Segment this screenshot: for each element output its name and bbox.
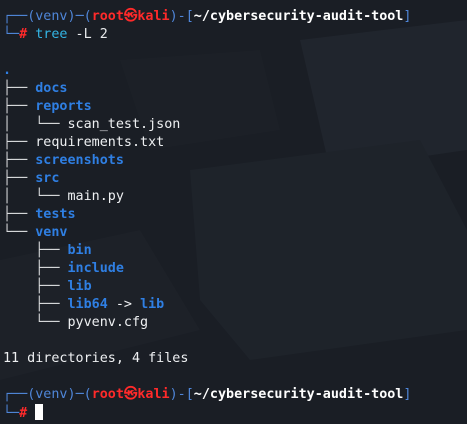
tree-prefix: │ └── [3, 117, 68, 132]
prompt-separator: ─( [75, 9, 92, 24]
tree-entry-reports: ├── reports [3, 98, 467, 116]
tree-root: . [3, 62, 467, 80]
venv-indicator: (venv) [27, 9, 76, 24]
tree-entry-include: ├── include [3, 260, 467, 278]
prompt-line: ┌──(venv)─(root㉿kali)-[~/cybersecurity-a… [3, 8, 467, 26]
prompt-separator: ] [403, 9, 412, 24]
tree-entry-venv: └── venv [3, 224, 467, 242]
tree-entry-screenshots: ├── screenshots [3, 152, 467, 170]
file-name: requirements.txt [35, 135, 165, 150]
tree-entry-requirements: ├── requirements.txt [3, 134, 467, 152]
prompt-hash: # [19, 406, 28, 421]
prompt-user: root [91, 387, 124, 402]
tree-prefix: └── [3, 315, 68, 330]
prompt-hash: # [19, 27, 28, 42]
summary-text: 11 directories, 4 files [3, 351, 189, 366]
prompt-host: kali [137, 9, 170, 24]
tree-entry-lib: ├── lib [3, 278, 467, 296]
tree-entry-main-py: │ └── main.py [3, 188, 467, 206]
tree-entry-lib64: ├── lib64 -> lib [3, 296, 467, 314]
prompt-frame-top: ┌── [3, 9, 28, 24]
tree-prefix: ├── [3, 99, 36, 114]
command-line: └─# tree -L 2 [3, 26, 467, 44]
directory-name: include [67, 261, 124, 276]
tree-prefix: ├── [3, 153, 36, 168]
terminal-window: { "prompt": { "venv": "(venv)", "user": … [0, 0, 467, 424]
tree-prefix: ├── [3, 279, 68, 294]
directory-name: venv [35, 225, 68, 240]
prompt-frame-bottom: └─ [3, 27, 20, 42]
directory-name: screenshots [35, 153, 124, 168]
tree-root-dot: . [3, 63, 12, 78]
tree-summary: 11 directories, 4 files [3, 350, 467, 368]
tree-prefix: ├── [3, 171, 36, 186]
directory-name: tests [35, 207, 76, 222]
prompt-separator: )-[ [169, 387, 194, 402]
tree-prefix: ├── [3, 207, 36, 222]
symlink-name: lib64 [67, 297, 108, 312]
tree-entry-scan-test: │ └── scan_test.json [3, 116, 467, 134]
prompt-user: root [91, 9, 124, 24]
tree-prefix: ├── [3, 297, 68, 312]
tree-entry-pyvenv-cfg: └── pyvenv.cfg [3, 314, 467, 332]
file-name: main.py [67, 189, 124, 204]
symlink-arrow: -> [107, 297, 141, 312]
command-args: -L 2 [67, 27, 108, 42]
directory-name: src [35, 171, 60, 186]
directory-name: docs [35, 81, 68, 96]
venv-indicator: (venv) [27, 387, 76, 402]
input-line[interactable]: └─# [3, 404, 467, 422]
prompt-frame-top: ┌── [3, 387, 28, 402]
prompt-at-symbol: ㉿ [123, 387, 138, 402]
file-name: pyvenv.cfg [67, 315, 149, 330]
tree-entry-bin: ├── bin [3, 242, 467, 260]
command-name: tree [35, 27, 68, 42]
terminal-output[interactable]: ┌──(venv)─(root㉿kali)-[~/cybersecurity-a… [3, 8, 467, 424]
directory-name: reports [35, 99, 92, 114]
symlink-target: lib [140, 297, 165, 312]
tree-entry-src: ├── src [3, 170, 467, 188]
prompt-separator: )-[ [169, 9, 194, 24]
tree-prefix: ├── [3, 81, 36, 96]
prompt-path: ~/cybersecurity-audit-tool [193, 9, 404, 24]
directory-name: bin [67, 243, 92, 258]
directory-name: lib [67, 279, 92, 294]
tree-entry-docs: ├── docs [3, 80, 467, 98]
file-name: scan_test.json [67, 117, 181, 132]
prompt-line: ┌──(venv)─(root㉿kali)-[~/cybersecurity-a… [3, 386, 467, 404]
prompt-at-symbol: ㉿ [123, 9, 138, 24]
prompt-path: ~/cybersecurity-audit-tool [193, 387, 404, 402]
tree-prefix: ├── [3, 261, 68, 276]
tree-entry-tests: ├── tests [3, 206, 467, 224]
prompt-frame-bottom: └─ [3, 406, 20, 421]
prompt-separator: ─( [75, 387, 92, 402]
prompt-separator: ] [403, 387, 412, 402]
text-cursor[interactable] [35, 404, 44, 420]
tree-prefix: ├── [3, 135, 36, 150]
prompt-host: kali [137, 387, 170, 402]
tree-prefix: └── [3, 225, 36, 240]
tree-prefix: │ └── [3, 189, 68, 204]
tree-prefix: ├── [3, 243, 68, 258]
